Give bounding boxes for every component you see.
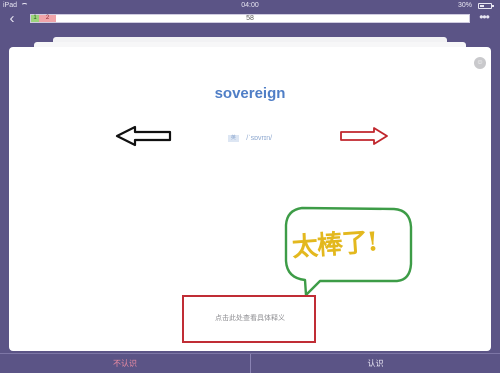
more-options-icon[interactable]: ••• (474, 11, 494, 24)
progress-known-count: 1 (31, 15, 39, 22)
status-time: 04:00 (241, 2, 259, 9)
status-bar: iPad 04:00 30% (0, 0, 500, 12)
unknown-button[interactable]: 不认识 (0, 354, 250, 373)
progress-unknown-count: 2 (39, 15, 56, 22)
definition-hint[interactable]: 点击此处查看具体释义 (183, 295, 317, 343)
right-arrow-annotation (340, 127, 388, 145)
battery-level (480, 5, 484, 7)
left-arrow-annotation (115, 125, 172, 147)
bottom-action-bar: 不认识 认识 (0, 353, 500, 373)
sticker-text: 太棒了! (291, 227, 379, 264)
progress-total: 58 (246, 15, 254, 22)
battery-icon (478, 3, 494, 9)
progress-bar: 58 1 2 (30, 14, 470, 23)
app-screen: { "status_bar": { "device": "iPad", "tim… (0, 0, 500, 373)
battery-percent: 30% (458, 2, 473, 9)
known-button[interactable]: 认识 (250, 354, 500, 373)
word-card: ☺ sovereign 英 /ˈsɒvrɪn/ 太棒了! 点击此处查看具体释义 (9, 47, 491, 351)
back-chevron-icon[interactable]: ‹ (4, 10, 20, 28)
